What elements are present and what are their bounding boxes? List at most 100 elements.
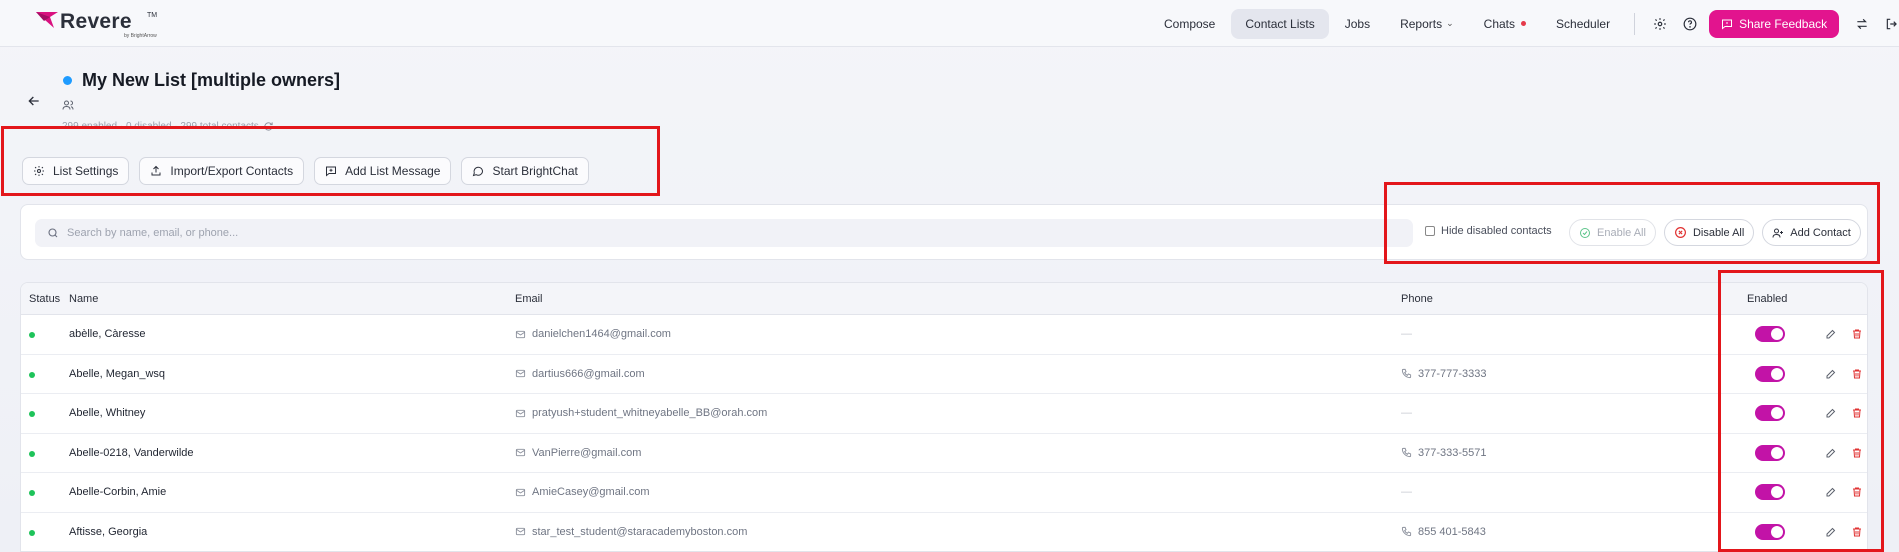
enable-all-button[interactable]: Enable All <box>1569 219 1656 246</box>
search-box[interactable] <box>35 219 1413 247</box>
search-toolbar: Hide disabled contacts Enable All Disabl… <box>20 204 1868 260</box>
email-text: VanPierre@gmail.com <box>532 446 642 459</box>
enabled-toggle[interactable] <box>1755 523 1785 540</box>
add-list-message-button[interactable]: Add List Message <box>314 157 452 185</box>
status-dot <box>29 529 35 536</box>
import-export-button[interactable]: Import/Export Contacts <box>139 157 305 185</box>
nav-contact-lists[interactable]: Contact Lists <box>1231 8 1329 39</box>
status-dot <box>29 450 35 457</box>
settings-gear-icon[interactable] <box>1645 9 1675 39</box>
list-settings-button[interactable]: List Settings <box>22 157 130 185</box>
contact-name: Aftisse, Georgia <box>69 525 148 538</box>
owners-icon[interactable] <box>62 99 74 114</box>
nav-label: Jobs <box>1344 16 1371 31</box>
disable-all-button[interactable]: Disable All <box>1663 219 1755 246</box>
edit-pencil-icon[interactable] <box>1823 445 1839 461</box>
nav-chats[interactable]: Chats <box>1470 9 1540 39</box>
table-row[interactable]: abèlle, Càresse danielchen1464@gmail.com — <box>21 315 1867 355</box>
back-arrow-icon[interactable] <box>26 93 46 113</box>
add-contact-button[interactable]: Add Contact <box>1762 219 1861 246</box>
button-label: Disable All <box>1692 226 1745 239</box>
top-navbar: Revere TM by BrightArrow Compose Contact… <box>0 0 1899 47</box>
share-feedback-button[interactable]: Share Feedback <box>1709 9 1840 38</box>
enabled-toggle[interactable] <box>1755 444 1785 461</box>
switch-arrows-icon[interactable] <box>1847 9 1877 39</box>
mail-icon <box>515 448 526 457</box>
upload-icon <box>151 165 161 176</box>
contact-name: Abelle, Megan_wsq <box>69 367 166 380</box>
contact-name: Abelle, Whitney <box>69 407 146 419</box>
delete-trash-icon[interactable] <box>1849 405 1865 421</box>
col-status[interactable]: Status <box>29 293 60 305</box>
enabled-toggle[interactable] <box>1755 365 1785 382</box>
status-dot <box>29 411 35 417</box>
col-enabled[interactable]: Enabled <box>1747 293 1787 305</box>
button-label: Import/Export Contacts <box>170 164 294 178</box>
contact-name: Abelle-0218, Vanderwilde <box>69 446 194 459</box>
edit-pencil-icon[interactable] <box>1823 484 1839 500</box>
share-feedback-label: Share Feedback <box>1739 16 1828 31</box>
list-actions: List Settings Import/Export Contacts Add… <box>22 157 599 185</box>
email-text: dartius666@gmail.com <box>532 367 645 380</box>
contacts-table: Status Name Email Phone Enabled abèlle, … <box>20 282 1868 552</box>
list-status-dot <box>63 76 72 85</box>
enabled-toggle[interactable] <box>1755 326 1785 342</box>
contact-name: Abelle-Corbin, Amie <box>69 486 167 498</box>
logout-icon[interactable] <box>1877 9 1899 39</box>
refresh-icon[interactable] <box>263 121 274 132</box>
edit-pencil-icon[interactable] <box>1823 366 1839 382</box>
contact-phone: 855 401-5843 <box>1401 526 1486 538</box>
nav-compose[interactable]: Compose <box>1150 9 1229 39</box>
edit-pencil-icon[interactable] <box>1823 326 1839 342</box>
table-row[interactable]: Abelle-Corbin, Amie AmieCasey@gmail.com — <box>21 473 1867 513</box>
feedback-icon <box>1722 19 1733 30</box>
enabled-toggle[interactable] <box>1755 405 1785 421</box>
hide-disabled-toggle[interactable]: Hide disabled contacts <box>1425 225 1552 237</box>
col-phone[interactable]: Phone <box>1401 293 1433 305</box>
edit-pencil-icon[interactable] <box>1823 405 1839 421</box>
button-label: Start BrightChat <box>492 164 578 178</box>
nav-label: Compose <box>1164 16 1216 31</box>
nav-scheduler[interactable]: Scheduler <box>1542 9 1624 39</box>
contact-name: abèlle, Càresse <box>69 328 146 340</box>
contact-counts-text: 299 enabled · 0 disabled · 299 total con… <box>62 121 259 132</box>
email-text: pratyush+student_whitneyabelle_BB@orah.c… <box>532 407 768 419</box>
help-icon[interactable] <box>1675 9 1705 39</box>
brand-name: Revere <box>60 10 132 33</box>
email-text: AmieCasey@gmail.com <box>532 486 650 498</box>
table-row[interactable]: Abelle-0218, Vanderwilde VanPierre@gmail.… <box>21 434 1867 473</box>
phone-icon <box>1401 526 1412 537</box>
phone-text: 377-777-3333 <box>1418 367 1487 380</box>
contact-counts: 299 enabled · 0 disabled · 299 total con… <box>62 121 274 132</box>
chevron-down-icon: ⌄ <box>1446 18 1454 28</box>
nav-links: Compose Contact Lists Jobs Reports ⌄ Chat… <box>1150 0 1899 47</box>
search-icon <box>48 228 58 238</box>
bulk-actions: Enable All Disable All Add Contact <box>1569 219 1869 246</box>
delete-trash-icon[interactable] <box>1849 445 1865 461</box>
hide-disabled-checkbox[interactable] <box>1425 226 1435 236</box>
start-brightchat-button[interactable]: Start BrightChat <box>461 157 589 185</box>
delete-trash-icon[interactable] <box>1849 366 1865 382</box>
table-row[interactable]: Aftisse, Georgia star_test_student@starac… <box>21 513 1867 552</box>
phone-icon <box>1401 447 1412 458</box>
contact-email: danielchen1464@gmail.com <box>515 328 671 340</box>
edit-pencil-icon[interactable] <box>1823 524 1839 540</box>
nav-label: Reports <box>1400 16 1443 31</box>
brand-subtitle: by BrightArrow <box>124 33 157 39</box>
delete-trash-icon[interactable] <box>1849 484 1865 500</box>
brand-logo[interactable]: Revere TM by BrightArrow <box>36 9 166 39</box>
delete-trash-icon[interactable] <box>1849 524 1865 540</box>
nav-jobs[interactable]: Jobs <box>1331 9 1384 39</box>
col-name[interactable]: Name <box>69 293 98 305</box>
table-row[interactable]: Abelle, Megan_wsq dartius666@gmail.com 377… <box>21 355 1867 394</box>
status-dot <box>29 371 35 378</box>
col-email[interactable]: Email <box>515 293 543 305</box>
nav-reports[interactable]: Reports ⌄ <box>1386 9 1468 39</box>
search-input[interactable] <box>67 227 1387 239</box>
table-row[interactable]: Abelle, Whitney pratyush+student_whitneya… <box>21 394 1867 434</box>
mail-icon <box>515 369 526 378</box>
table-body: abèlle, Càresse danielchen1464@gmail.com —… <box>21 315 1867 552</box>
contact-email: star_test_student@staracademyboston.com <box>515 526 747 538</box>
enabled-toggle[interactable] <box>1755 484 1785 500</box>
delete-trash-icon[interactable] <box>1849 326 1865 342</box>
